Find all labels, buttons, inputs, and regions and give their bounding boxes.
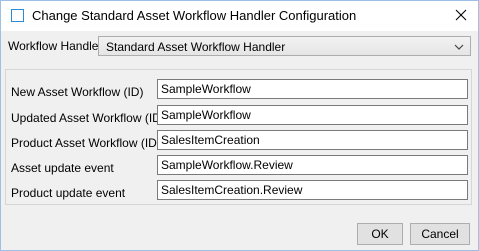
dialog-window: Change Standard Asset Workflow Handler C… [0,0,479,251]
product-asset-workflow-field[interactable]: SalesItemCreation [157,130,468,150]
product-update-event-label: Product update event [11,186,126,200]
cancel-button[interactable]: Cancel [410,223,470,245]
workflow-handler-select[interactable]: Standard Asset Workflow Handler [98,36,471,56]
ok-button[interactable]: OK [357,223,403,245]
close-icon [455,9,467,21]
updated-asset-workflow-label: Updated Asset Workflow (ID) [11,111,165,125]
updated-asset-workflow-field[interactable]: SampleWorkflow [157,105,468,125]
asset-update-event-field[interactable]: SampleWorkflow.Review [157,155,468,175]
title-bar: Change Standard Asset Workflow Handler C… [1,1,478,31]
chevron-down-icon [454,41,464,55]
workflow-handler-label: Workflow Handler [8,39,103,53]
close-button[interactable] [452,6,470,24]
asset-update-event-label: Asset update event [11,161,114,175]
product-update-event-field[interactable]: SalesItemCreation.Review [157,180,468,200]
window-title: Change Standard Asset Workflow Handler C… [32,8,357,23]
new-asset-workflow-field[interactable]: SampleWorkflow [157,79,468,99]
new-asset-workflow-label: New Asset Workflow (ID) [11,85,144,99]
workflow-handler-value: Standard Asset Workflow Handler [106,40,286,54]
product-asset-workflow-label: Product Asset Workflow (ID) [11,136,161,150]
window-icon [11,9,24,22]
